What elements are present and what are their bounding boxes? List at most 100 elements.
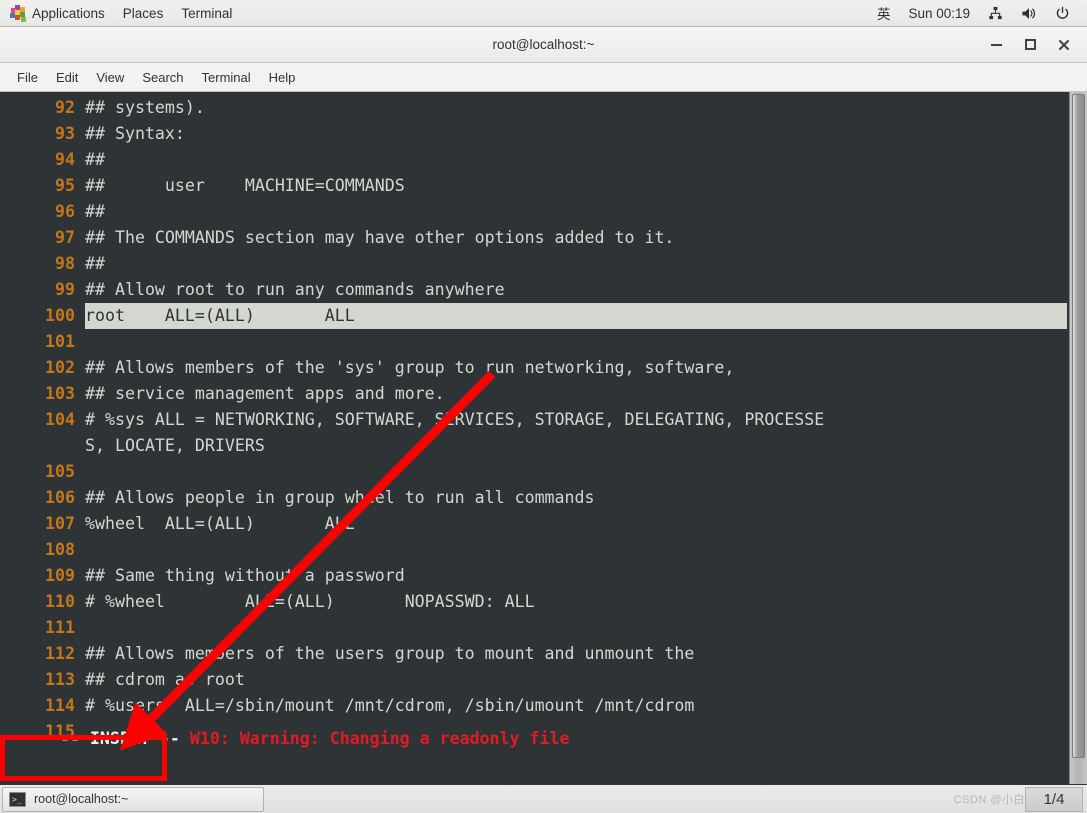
menu-edit-label: Edit	[55, 69, 79, 85]
terminal-window: root@localhost:~ File Edit View Search T…	[0, 27, 1087, 784]
taskbar-window-label: root@localhost:~	[34, 792, 129, 806]
terminal-screen[interactable]: 92 ## systems). 93 ## Syntax: 94 ## 95 ## user …	[0, 92, 1087, 784]
line-number: 100	[45, 306, 75, 325]
line-text: ##	[85, 150, 105, 169]
editor-line: 112 ## Allows members of the users group …	[0, 641, 1069, 667]
scrollbar-thumb[interactable]	[1072, 94, 1085, 759]
line-text: ##	[85, 254, 105, 273]
line-number: 93	[55, 124, 75, 143]
line-number: 99	[55, 280, 75, 299]
editor-line: 103 ## service management apps and more.	[0, 381, 1069, 407]
bottom-taskbar: >_ root@localhost:~ CSDN @小白 1/4	[0, 784, 1087, 813]
window-title: root@localhost:~	[492, 37, 595, 52]
menu-file-label: File	[17, 69, 38, 85]
line-text: ## Allows people in group wheel to run a…	[85, 488, 595, 507]
clock-label: Sun 00:19	[908, 5, 970, 21]
line-number: 105	[45, 462, 75, 481]
editor-line: 95 ## user MACHINE=COMMANDS	[0, 173, 1069, 199]
line-text: # %sys ALL = NETWORKING, SOFTWARE, SERVI…	[85, 410, 825, 429]
close-icon	[1059, 39, 1069, 50]
close-button[interactable]	[1055, 36, 1073, 54]
menu-help-label: Help	[268, 69, 296, 85]
input-method-indicator[interactable]: 英	[868, 0, 900, 26]
line-number: 111	[45, 618, 75, 637]
fedora-apps-icon	[9, 4, 26, 22]
vim-editor-buffer[interactable]: 92 ## systems). 93 ## Syntax: 94 ## 95 ## user …	[0, 92, 1069, 784]
menu-view-label: View	[96, 69, 125, 85]
menu-help[interactable]: Help	[260, 68, 305, 87]
editor-line: 109 ## Same thing without a password	[0, 563, 1069, 589]
editor-line: 100 root ALL=(ALL) ALL	[0, 303, 1069, 329]
line-text: S, LOCATE, DRIVERS	[85, 436, 265, 455]
top-panel-left-group: Applications Places Terminal	[0, 0, 241, 26]
line-text: ## Allows members of the 'sys' group to …	[85, 358, 735, 377]
line-number: 109	[45, 566, 75, 585]
line-number: 97	[55, 228, 75, 247]
line-number: 102	[45, 358, 75, 377]
places-menu[interactable]: Places	[114, 0, 173, 26]
line-text: ## systems).	[85, 98, 205, 117]
editor-line: S, LOCATE, DRIVERS	[0, 433, 1069, 459]
workspace-switcher[interactable]: 1/4	[1025, 786, 1083, 812]
taskbar-window-button[interactable]: >_ root@localhost:~	[2, 786, 264, 812]
network-icon[interactable]	[979, 0, 1012, 26]
places-menu-label: Places	[122, 5, 164, 21]
editor-line: 102 ## Allows members of the 'sys' group …	[0, 355, 1069, 381]
gnome-top-panel: Applications Places Terminal 英 Sun 00:19	[0, 0, 1087, 27]
terminal-icon: >_	[9, 791, 26, 807]
line-number: 103	[45, 384, 75, 403]
line-text: ## The COMMANDS section may have other o…	[85, 228, 675, 247]
line-text: ##	[85, 202, 105, 221]
menu-terminal-label: Terminal	[201, 69, 251, 85]
line-text: # %wheel ALL=(ALL) NOPASSWD: ALL	[85, 592, 535, 611]
editor-line: 110 # %wheel ALL=(ALL) NOPASSWD: ALL	[0, 589, 1069, 615]
window-titlebar[interactable]: root@localhost:~	[0, 27, 1087, 63]
terminal-scrollbar[interactable]	[1069, 92, 1087, 784]
volume-icon[interactable]	[1012, 0, 1046, 26]
editor-line: 107 %wheel ALL=(ALL) ALL	[0, 511, 1069, 537]
terminal-app-menu-label: Terminal	[181, 5, 233, 21]
volume-icon-glyph	[1022, 7, 1036, 19]
line-text: ## Allow root to run any commands anywhe…	[85, 280, 505, 299]
terminal-app-menu[interactable]: Terminal	[172, 0, 241, 26]
line-text: ## service management apps and more.	[85, 384, 445, 403]
maximize-button[interactable]	[1021, 36, 1039, 54]
line-number: 104	[45, 410, 75, 429]
line-number: 98	[55, 254, 75, 273]
editor-line: 108	[0, 537, 1069, 563]
minimize-button[interactable]	[987, 36, 1005, 54]
top-panel-right-group: 英 Sun 00:19	[868, 0, 1087, 26]
input-method-label: 英	[876, 7, 891, 22]
line-text: ## cdrom as root	[85, 670, 245, 689]
line-number: 92	[55, 98, 75, 117]
line-number: 110	[45, 592, 75, 611]
vim-status-line: -- INSERT -- W10: Warning: Changing a re…	[0, 700, 1087, 778]
line-number: 95	[55, 176, 75, 195]
power-icon[interactable]	[1046, 0, 1079, 26]
editor-line: 106 ## Allows people in group wheel to ru…	[0, 485, 1069, 511]
menu-terminal[interactable]: Terminal	[193, 68, 260, 87]
menu-edit[interactable]: Edit	[47, 68, 87, 87]
menu-view[interactable]: View	[87, 68, 133, 87]
line-text: ## Allows members of the users group to …	[85, 644, 695, 663]
vim-mode-indicator: -- INSERT --	[59, 729, 180, 748]
menu-search[interactable]: Search	[133, 68, 192, 87]
vim-warning-message: W10: Warning: Changing a readonly file	[189, 729, 570, 748]
network-icon-glyph	[989, 6, 1002, 19]
editor-line: 93 ## Syntax:	[0, 121, 1069, 147]
line-text: %wheel ALL=(ALL) ALL	[85, 514, 355, 533]
csdn-watermark: CSDN @小白	[953, 794, 1025, 806]
editor-line: 105	[0, 459, 1069, 485]
power-icon-glyph	[1056, 6, 1069, 19]
line-text: ## Same thing without a password	[85, 566, 405, 585]
line-text: ## user MACHINE=COMMANDS	[85, 176, 405, 195]
applications-menu[interactable]: Applications	[0, 0, 114, 26]
menu-file[interactable]: File	[8, 68, 47, 87]
clock[interactable]: Sun 00:19	[899, 0, 979, 26]
line-number: 106	[45, 488, 75, 507]
editor-line: 98 ##	[0, 251, 1069, 277]
line-text: root ALL=(ALL) ALL	[85, 303, 1067, 329]
menu-search-label: Search	[142, 69, 184, 85]
editor-line: 96 ##	[0, 199, 1069, 225]
editor-line: 104 # %sys ALL = NETWORKING, SOFTWARE, SE…	[0, 407, 1069, 433]
